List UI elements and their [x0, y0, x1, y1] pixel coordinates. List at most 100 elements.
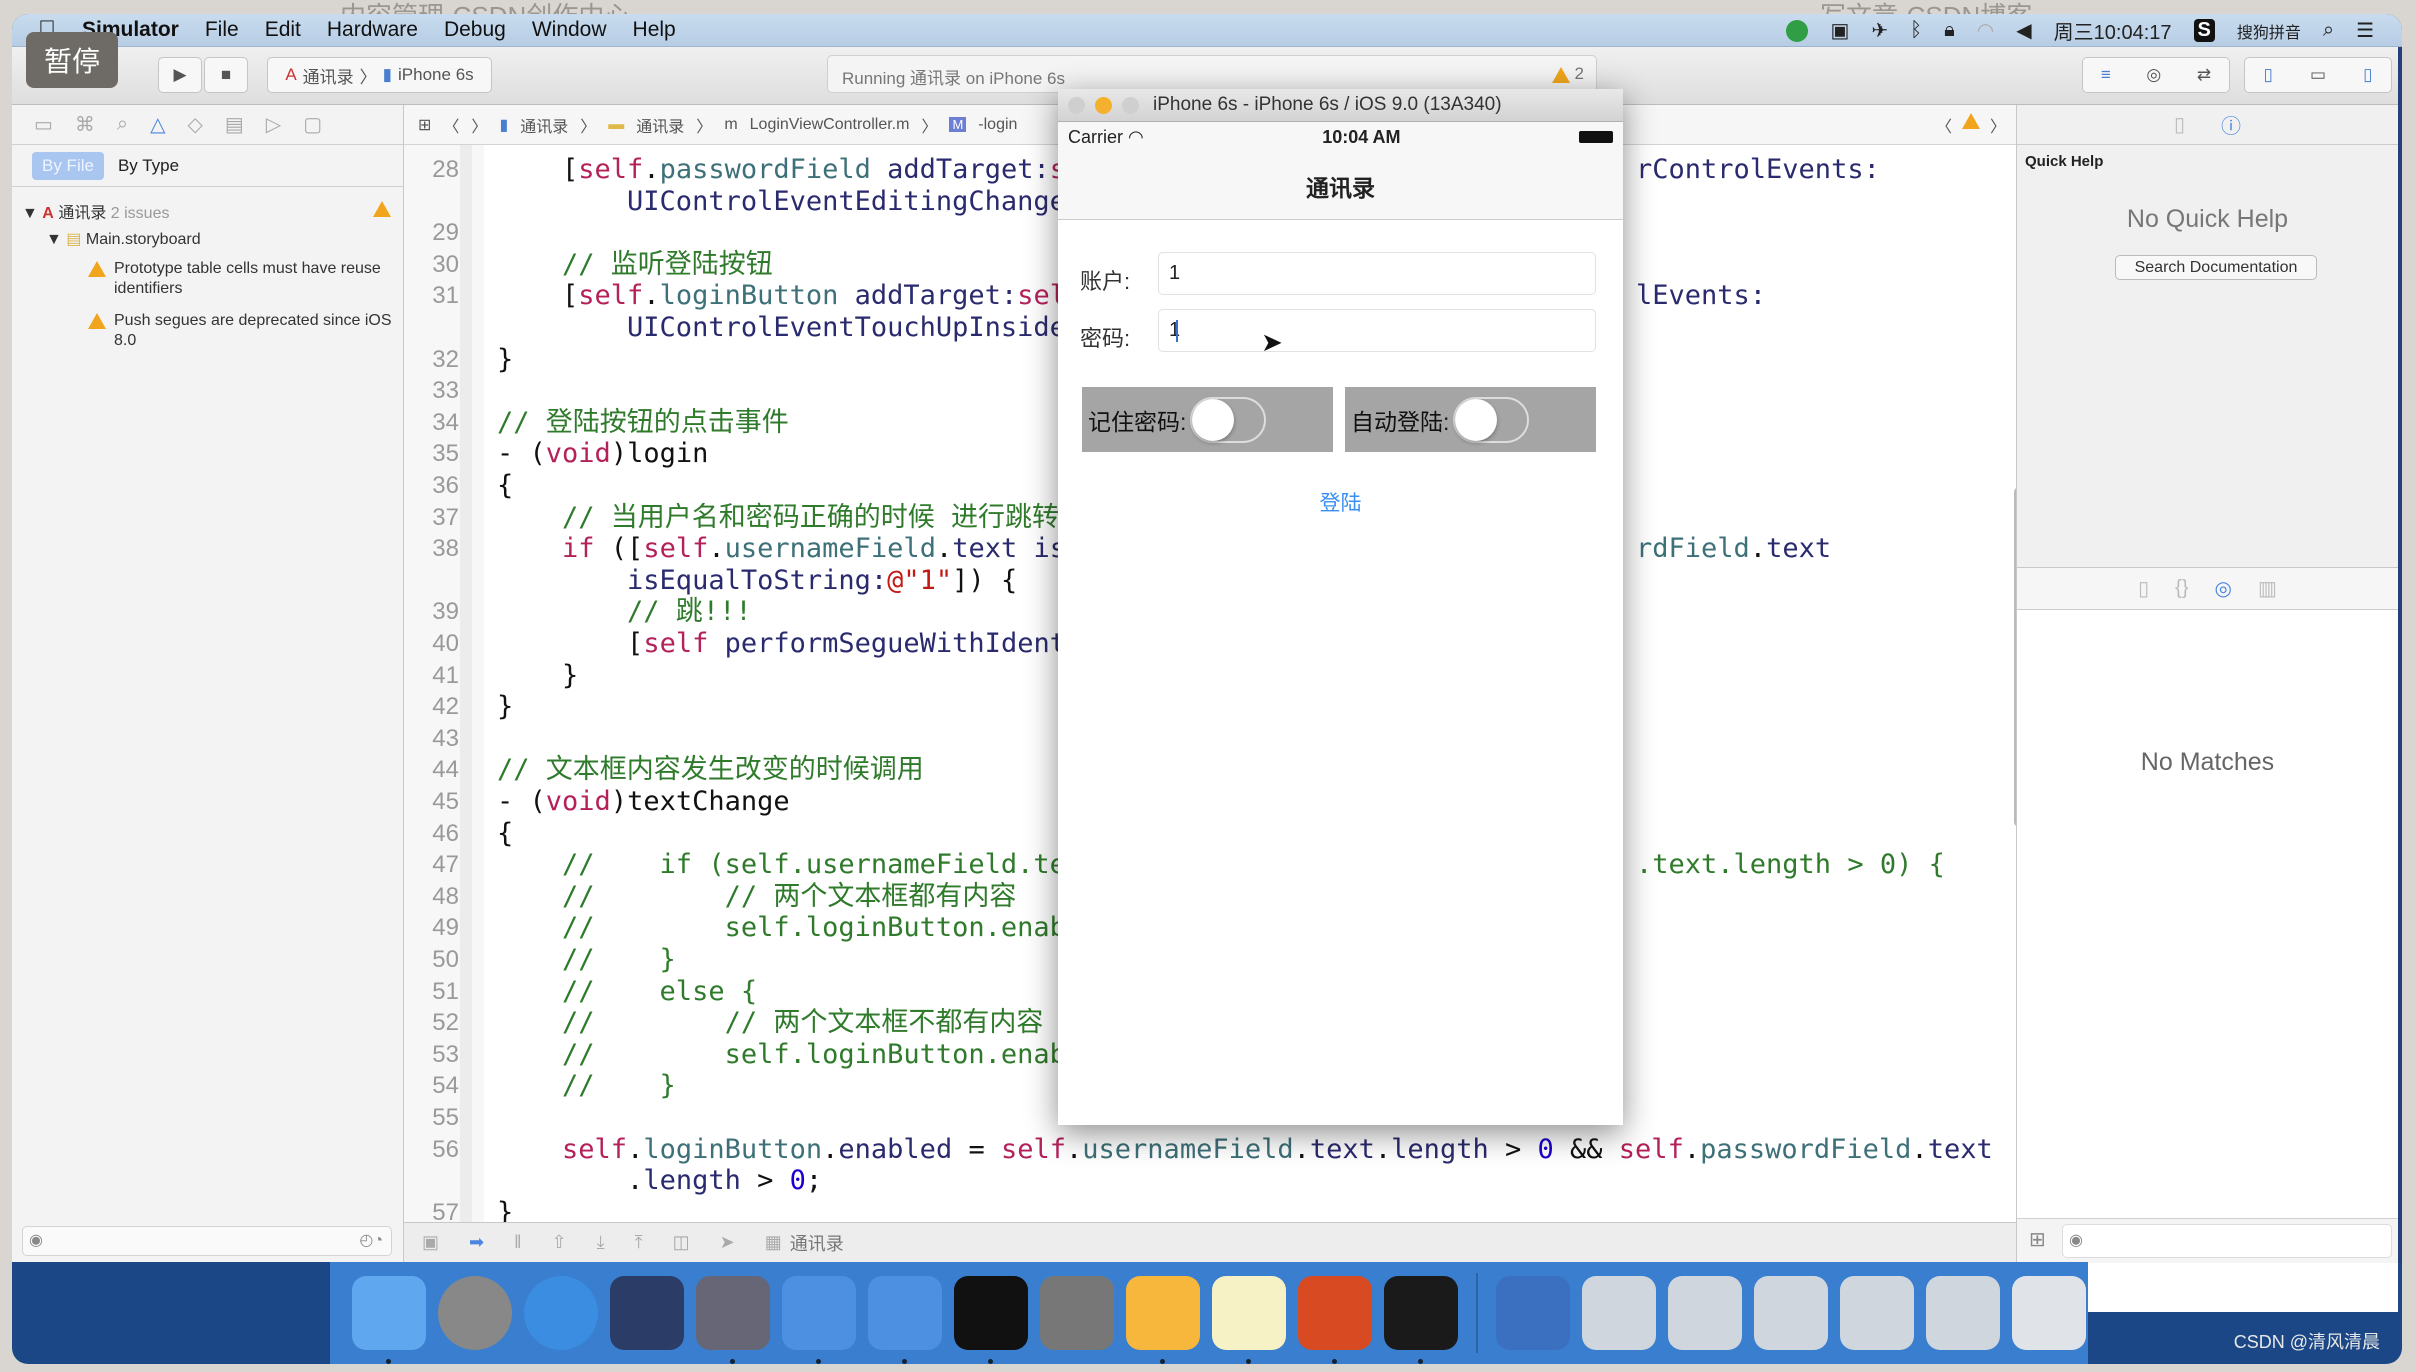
- utilities-toggle-icon[interactable]: ▯: [2363, 65, 2372, 85]
- spotlight-search-icon[interactable]: ⌕: [2323, 19, 2334, 42]
- tab-by-file[interactable]: By File: [32, 151, 104, 180]
- code-line[interactable]: 56 self.loginButton.enabled = self.usern…: [404, 1134, 2016, 1166]
- navigator-filter-field[interactable]: ◉ ◴◔: [22, 1226, 392, 1256]
- stop-button[interactable]: ■: [204, 57, 248, 93]
- report-navigator-icon[interactable]: ▢: [303, 112, 322, 137]
- login-button[interactable]: 登陆: [1058, 487, 1623, 517]
- hide-debug-area-icon[interactable]: ▣: [422, 1232, 439, 1253]
- sketch-icon[interactable]: [1126, 1276, 1200, 1364]
- warning-icon[interactable]: [1961, 113, 1980, 129]
- navigator-toggle-icon[interactable]: ▯: [2264, 65, 2273, 85]
- window-thumbnail-icon[interactable]: [1926, 1276, 2000, 1350]
- debug-area-toggle-icon[interactable]: ▭: [2310, 65, 2326, 85]
- safari-icon[interactable]: [524, 1276, 598, 1350]
- library-filter-field[interactable]: ◉: [2062, 1224, 2392, 1258]
- menu-debug[interactable]: Debug: [444, 18, 506, 42]
- version-editor-icon[interactable]: ⇄: [2197, 65, 2211, 85]
- recent-issues-icon[interactable]: ◴◔: [359, 1230, 383, 1250]
- window-thumbnail-icon[interactable]: [1582, 1276, 1656, 1350]
- menu-file[interactable]: File: [205, 18, 239, 42]
- powerpoint-icon[interactable]: [1298, 1276, 1372, 1364]
- zoom-button[interactable]: [1122, 96, 1139, 114]
- window-thumbnail-icon[interactable]: [1840, 1276, 1914, 1350]
- symbol-navigator-icon[interactable]: ⌘: [75, 112, 95, 137]
- forward-icon[interactable]: 〉: [471, 113, 487, 137]
- finder-icon[interactable]: [352, 1276, 426, 1364]
- terminal-icon[interactable]: [954, 1276, 1028, 1364]
- scheme-selector[interactable]: A 通讯录〉 ▮ iPhone 6s: [267, 57, 492, 93]
- file-template-icon[interactable]: ▯: [2138, 576, 2149, 601]
- jump-file[interactable]: LoginViewController.m: [750, 116, 910, 134]
- auto-login-switch[interactable]: [1453, 396, 1530, 443]
- quick-help-icon[interactable]: ⓘ: [2221, 110, 2241, 139]
- account-field[interactable]: 1: [1158, 252, 1596, 295]
- back-icon[interactable]: 〈: [443, 113, 459, 137]
- issue-navigator-icon[interactable]: △: [150, 112, 165, 137]
- breakpoint-navigator-icon[interactable]: ▷: [266, 112, 281, 137]
- mouse-app-icon[interactable]: [610, 1276, 684, 1350]
- view-debugger-icon[interactable]: ◫: [673, 1232, 690, 1253]
- breakpoints-toggle-icon[interactable]: ➡: [469, 1232, 484, 1253]
- grid-view-icon[interactable]: ⊞: [2029, 1227, 2046, 1252]
- menu-help[interactable]: Help: [633, 18, 676, 42]
- disclosure-triangle-icon[interactable]: ▼: [46, 231, 62, 248]
- location-icon[interactable]: ➤: [720, 1232, 735, 1253]
- jump-method[interactable]: -login: [978, 116, 1017, 134]
- minimize-button[interactable]: [1095, 96, 1112, 114]
- debug-navigator-icon[interactable]: ▤: [225, 112, 244, 137]
- launchpad-icon[interactable]: [438, 1276, 512, 1350]
- search-documentation-button[interactable]: Search Documentation: [2115, 255, 2317, 280]
- bluetooth-icon[interactable]: ᛒ: [1910, 19, 1922, 42]
- previous-issue-icon[interactable]: 〈: [1936, 113, 1952, 137]
- menu-edit[interactable]: Edit: [265, 18, 301, 42]
- step-over-icon[interactable]: ⇧: [552, 1232, 567, 1253]
- issue-item[interactable]: Push segues are deprecated since iOS 8.0: [88, 311, 398, 351]
- trash-icon[interactable]: [2012, 1276, 2086, 1350]
- tab-by-type[interactable]: By Type: [118, 156, 179, 176]
- xcode-icon[interactable]: [782, 1276, 856, 1364]
- wifi-icon[interactable]: ◠: [1977, 18, 1994, 43]
- disclosure-triangle-icon[interactable]: ▼: [22, 205, 38, 222]
- project-navigator-icon[interactable]: ▭: [34, 112, 53, 137]
- file-inspector-icon[interactable]: ▯: [2174, 112, 2185, 137]
- airplane-icon[interactable]: ✈: [1871, 18, 1888, 43]
- file-issue-row[interactable]: ▼ ▤ Main.storyboard: [46, 229, 201, 249]
- next-issue-icon[interactable]: 〉: [1990, 113, 2006, 137]
- notes-icon[interactable]: [1212, 1276, 1286, 1364]
- record-icon[interactable]: [1786, 19, 1809, 42]
- sogou-ime-icon[interactable]: S: [2193, 19, 2215, 42]
- warning-indicator[interactable]: 2: [1551, 64, 1584, 84]
- simulator-icon[interactable]: [868, 1276, 942, 1364]
- standard-editor-icon[interactable]: ≡: [2101, 65, 2111, 85]
- password-field[interactable]: 1: [1158, 309, 1596, 352]
- step-out-icon[interactable]: ⤒: [635, 1232, 643, 1253]
- project-issue-row[interactable]: ▼ A 通讯录 2 issues: [22, 199, 397, 223]
- code-line[interactable]: 57}: [404, 1197, 2016, 1222]
- menubar-clock[interactable]: 周三10:04:17: [2054, 16, 2172, 45]
- camera-icon[interactable]: ▣: [1830, 18, 1849, 43]
- movie-icon[interactable]: [696, 1276, 770, 1364]
- jump-project[interactable]: 通讯录: [520, 113, 568, 137]
- window-thumbnail-icon[interactable]: [1754, 1276, 1828, 1350]
- run-button[interactable]: ▶: [158, 57, 202, 93]
- notification-center-icon[interactable]: ☰: [2356, 18, 2374, 43]
- lock-icon[interactable]: 🔒︎: [1944, 19, 1955, 42]
- console-icon[interactable]: [1384, 1276, 1458, 1364]
- remember-password-switch[interactable]: [1190, 396, 1267, 443]
- code-snippet-icon[interactable]: {}: [2175, 577, 2188, 600]
- related-items-icon[interactable]: ⊞: [418, 115, 431, 135]
- object-library-icon[interactable]: ◎: [2215, 576, 2232, 601]
- find-navigator-icon[interactable]: ⌕: [117, 113, 128, 136]
- pause-overlay-button[interactable]: 暂停: [26, 32, 118, 88]
- menu-window[interactable]: Window: [532, 18, 607, 42]
- media-library-icon[interactable]: ▥: [2258, 576, 2277, 601]
- menu-hardware[interactable]: Hardware: [327, 18, 418, 42]
- window-thumbnail-icon[interactable]: [1668, 1276, 1742, 1350]
- pause-icon[interactable]: ‖: [514, 1232, 521, 1253]
- ime-label[interactable]: 搜狗拼音: [2237, 19, 2301, 43]
- close-button[interactable]: [1068, 96, 1085, 114]
- system-preferences-icon[interactable]: [1040, 1276, 1114, 1350]
- jump-group[interactable]: 通讯录: [636, 113, 684, 137]
- step-in-icon[interactable]: ⤓: [597, 1232, 605, 1253]
- quicktime-icon[interactable]: [1496, 1276, 1570, 1350]
